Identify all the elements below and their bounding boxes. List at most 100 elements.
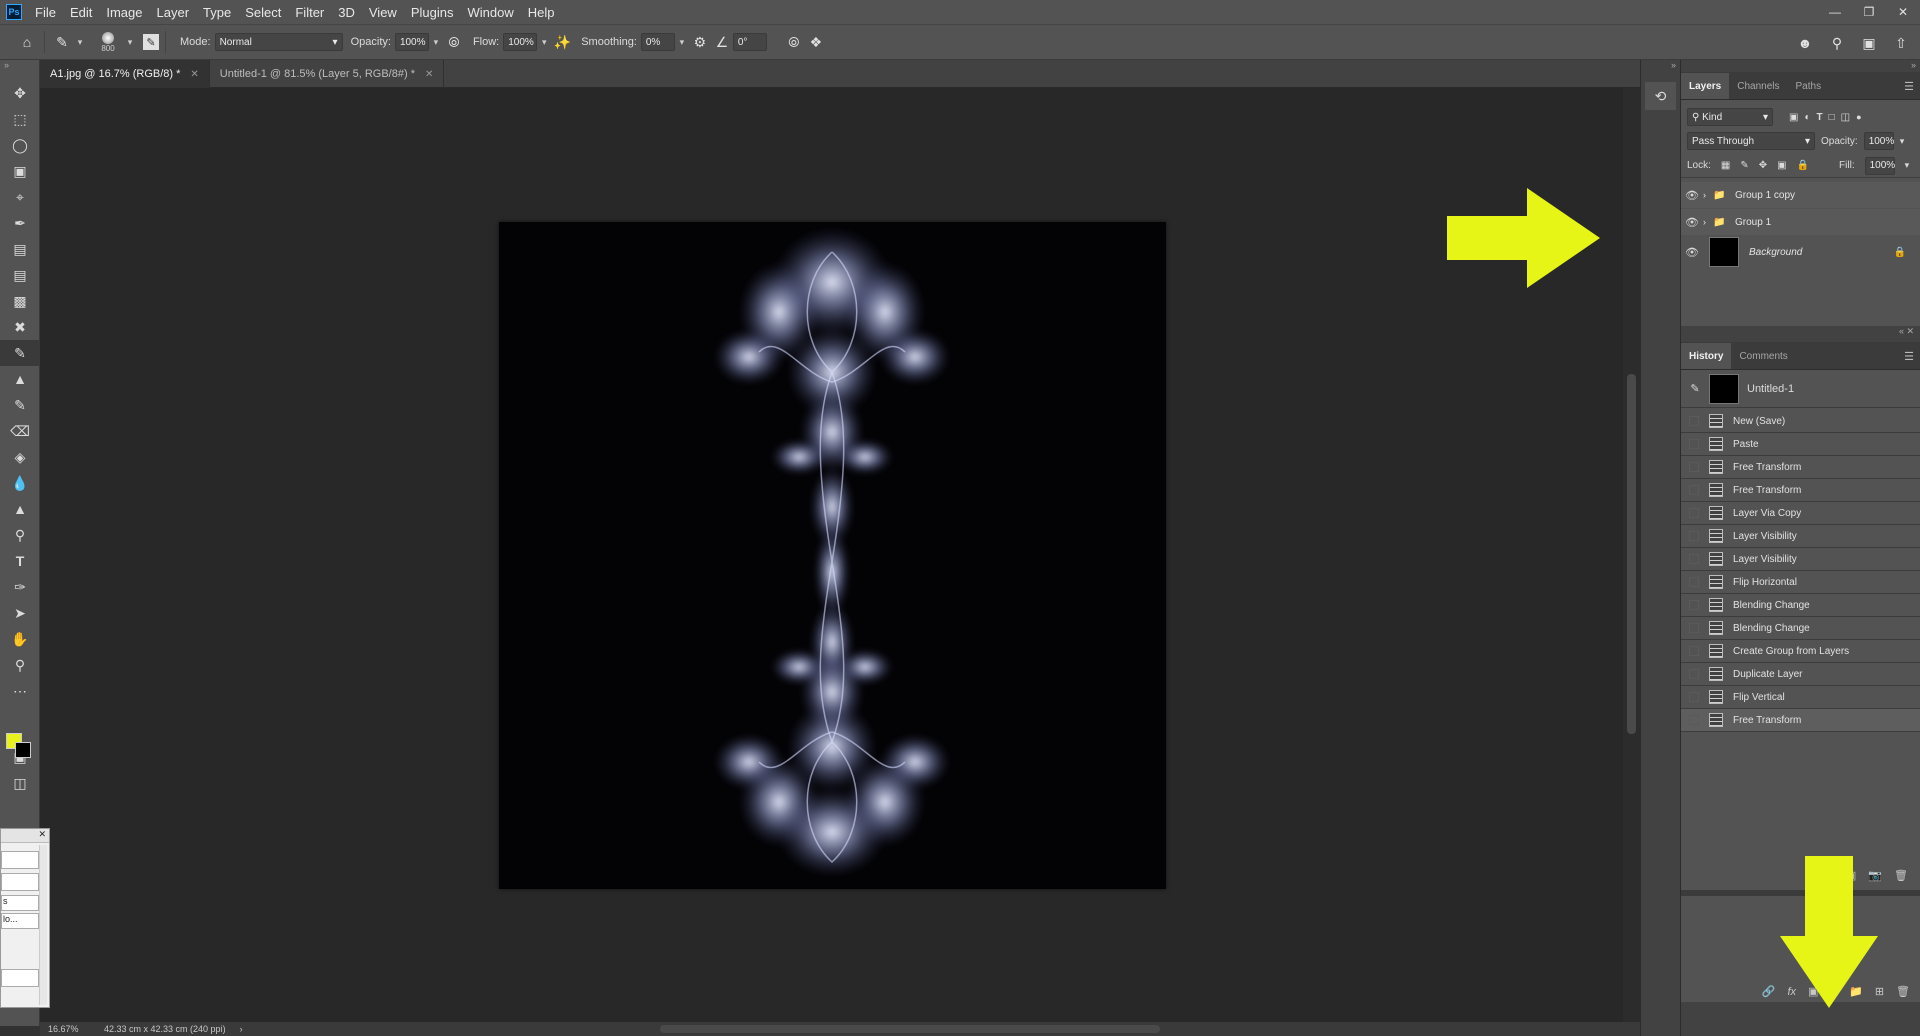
blur-tool-icon[interactable]: 💧 xyxy=(0,470,40,496)
filter-toggle-icon[interactable]: ● xyxy=(1856,112,1861,122)
opacity-field[interactable]: 100% xyxy=(394,33,429,51)
history-state[interactable]: Layer Visibility xyxy=(1681,548,1920,571)
history-state[interactable]: Layer Via Copy xyxy=(1681,502,1920,525)
screen-mode-icon[interactable]: ◫ xyxy=(0,770,40,796)
gear-icon[interactable]: ⚙ xyxy=(689,31,711,53)
brush-tool-icon[interactable]: ✎ xyxy=(51,31,73,53)
airbrush-icon[interactable]: ✨ xyxy=(551,31,573,53)
eye-icon[interactable]: 👁 xyxy=(1681,189,1703,202)
content-aware-move-tool-icon[interactable]: ✖ xyxy=(0,314,40,340)
menu-view[interactable]: View xyxy=(362,5,404,20)
lock-all-icon[interactable]: 🔒 xyxy=(1797,160,1809,171)
checkbox[interactable] xyxy=(1689,623,1699,633)
share-icon[interactable]: ⇧ xyxy=(1890,32,1912,54)
dodge-tool-icon[interactable]: ▲ xyxy=(0,496,40,522)
chevron-down-icon[interactable]: ▾ xyxy=(537,33,551,51)
brush-preset-picker[interactable]: 800 xyxy=(93,31,123,53)
eye-icon[interactable]: 👁 xyxy=(1681,216,1703,229)
menu-window[interactable]: Window xyxy=(460,5,520,20)
trash-icon[interactable]: 🗑 xyxy=(1896,985,1910,998)
restore-icon[interactable]: ❐ xyxy=(1860,5,1878,19)
panel-menu-icon[interactable]: ☰ xyxy=(1904,80,1914,93)
symmetry-icon[interactable]: ❖ xyxy=(805,31,827,53)
close-icon[interactable]: ✕ xyxy=(1894,5,1912,19)
hand-tool-icon[interactable]: ✋ xyxy=(0,626,40,652)
dialog-field[interactable] xyxy=(1,873,39,891)
blend-mode-select[interactable]: Pass Through ▾ xyxy=(1687,132,1815,150)
photoshop-logo[interactable]: Ps xyxy=(6,4,22,20)
checkbox[interactable] xyxy=(1689,577,1699,587)
checkbox[interactable] xyxy=(1689,531,1699,541)
eye-icon[interactable]: 👁 xyxy=(1681,246,1703,259)
checkbox[interactable] xyxy=(1689,485,1699,495)
flow-field[interactable]: 100% xyxy=(503,33,538,51)
floating-dialog-fragment[interactable]: ✕ s lo... xyxy=(0,828,50,1008)
menu-edit[interactable]: Edit xyxy=(63,5,99,20)
history-state[interactable]: New (Save) xyxy=(1681,410,1920,433)
history-state[interactable]: Paste xyxy=(1681,433,1920,456)
history-state[interactable]: Duplicate Layer xyxy=(1681,663,1920,686)
chevron-down-icon[interactable]: ▾ xyxy=(1905,160,1910,171)
tab-layers[interactable]: Layers xyxy=(1681,73,1730,99)
chevron-right-icon[interactable]: › xyxy=(240,1024,243,1034)
history-brush-source-icon[interactable]: ✎ xyxy=(1681,382,1709,395)
chevron-down-icon[interactable]: ▾ xyxy=(675,33,689,51)
clone-stamp-tool-icon[interactable]: ▲ xyxy=(0,366,40,392)
lock-position-icon[interactable]: ✥ xyxy=(1759,160,1767,171)
eraser-tool-icon[interactable]: ⌫ xyxy=(0,418,40,444)
pressure-size-icon[interactable]: ⦾ xyxy=(783,31,805,53)
patch-tool-icon[interactable]: ▩ xyxy=(0,288,40,314)
menu-filter[interactable]: Filter xyxy=(288,5,331,20)
history-state[interactable]: Free Transform xyxy=(1681,479,1920,502)
layer-opacity-field[interactable]: 100% xyxy=(1863,132,1894,150)
home-icon[interactable]: ⌂ xyxy=(16,31,38,53)
filter-adjustment-icon[interactable]: ◐ xyxy=(1804,112,1810,123)
type-tool-icon[interactable]: T xyxy=(0,548,40,574)
dialog-field[interactable] xyxy=(1,969,39,987)
chevron-down-icon[interactable]: ▾ xyxy=(123,33,137,51)
history-state[interactable]: Blending Change xyxy=(1681,617,1920,640)
layer-row-group-1-copy[interactable]: 👁 › 📁 Group 1 copy xyxy=(1681,182,1920,208)
filter-type-icon[interactable]: T xyxy=(1817,112,1823,123)
brush-tool-icon[interactable]: ✎ xyxy=(0,340,40,366)
menu-image[interactable]: Image xyxy=(99,5,149,20)
object-selection-tool-icon[interactable]: ▣ xyxy=(0,158,40,184)
vertical-scroll-thumb[interactable] xyxy=(1627,374,1636,734)
spot-healing-tool-icon[interactable]: ▤ xyxy=(0,236,40,262)
checkbox[interactable] xyxy=(1689,669,1699,679)
dialog-list-item[interactable]: lo... xyxy=(1,913,39,929)
horizontal-scroll-thumb[interactable] xyxy=(660,1025,1160,1033)
filter-shape-icon[interactable]: □ xyxy=(1829,112,1835,123)
history-state[interactable]: Flip Horizontal xyxy=(1681,571,1920,594)
checkbox[interactable] xyxy=(1689,600,1699,610)
checkbox[interactable] xyxy=(1689,646,1699,656)
search-icon[interactable]: ⚲ xyxy=(1826,32,1848,54)
fill-field[interactable]: 100% xyxy=(1864,156,1895,175)
checkbox[interactable] xyxy=(1689,554,1699,564)
close-icon[interactable]: ✕ xyxy=(190,69,198,80)
angle-field[interactable]: 0° xyxy=(732,33,767,51)
eyedropper-tool-icon[interactable]: ✒ xyxy=(0,210,40,236)
lock-artboard-icon[interactable]: ▣ xyxy=(1777,160,1786,171)
panel-menu-icon[interactable]: ☰ xyxy=(1904,350,1914,363)
pen-tool-icon[interactable]: ✑ xyxy=(0,574,40,600)
menu-layer[interactable]: Layer xyxy=(150,5,197,20)
checkbox[interactable] xyxy=(1689,692,1699,702)
marquee-tool-icon[interactable]: ⬚ xyxy=(0,106,40,132)
history-state[interactable]: Flip Vertical xyxy=(1681,686,1920,709)
menu-type[interactable]: Type xyxy=(196,5,238,20)
chevron-right-icon[interactable]: › xyxy=(1703,217,1713,227)
chevron-down-icon[interactable]: ▾ xyxy=(73,33,87,51)
menu-plugins[interactable]: Plugins xyxy=(404,5,461,20)
layer-row-background[interactable]: 👁 Background 🔒 xyxy=(1681,235,1920,269)
zoom-level[interactable]: 16.67% xyxy=(40,1024,90,1034)
minimize-icon[interactable]: — xyxy=(1826,5,1844,19)
workspace-icon[interactable]: ▣ xyxy=(1858,32,1880,54)
zoom-burn-tool-icon[interactable]: ⚲ xyxy=(0,522,40,548)
tab-channels[interactable]: Channels xyxy=(1729,73,1787,99)
crop-tool-icon[interactable]: ⌖ xyxy=(0,184,40,210)
healing-brush-tool-icon[interactable]: ▤ xyxy=(0,262,40,288)
history-state[interactable]: Create Group from Layers xyxy=(1681,640,1920,663)
chevron-down-icon[interactable]: ▾ xyxy=(429,33,443,51)
tab-paths[interactable]: Paths xyxy=(1788,73,1830,99)
